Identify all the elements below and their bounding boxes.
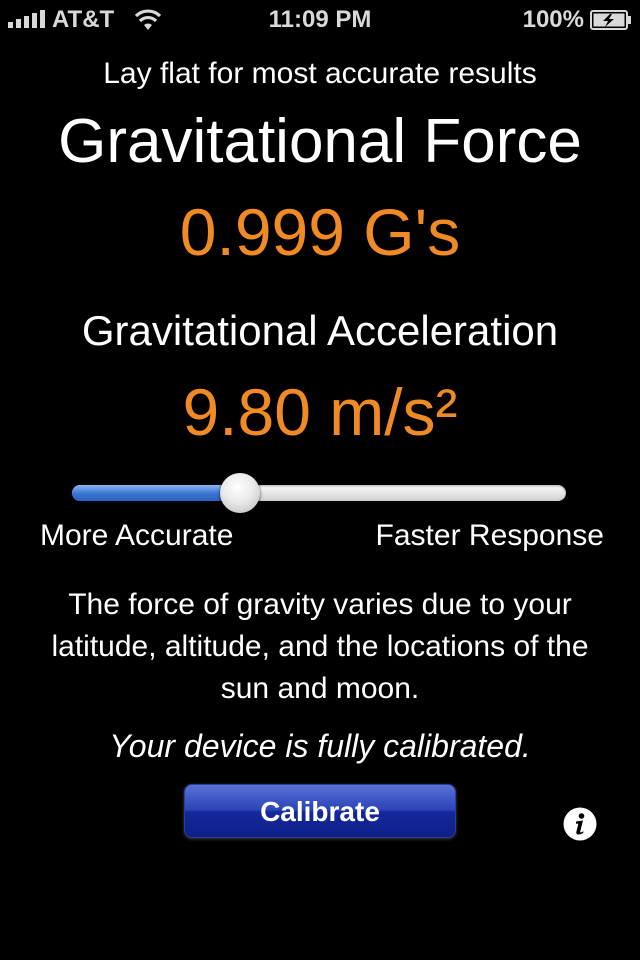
slider-label-more-accurate: More Accurate	[40, 519, 234, 552]
status-bar: AT&T 11:09 PM 100%	[0, 0, 640, 40]
slider-label-faster-response: Faster Response	[375, 519, 604, 552]
force-title: Gravitational Force	[58, 107, 582, 176]
battery-percentage: 100%	[522, 6, 584, 33]
slider-thumb[interactable]	[220, 473, 260, 513]
force-value: 0.999 G's	[179, 195, 461, 269]
slider-track[interactable]	[72, 485, 566, 501]
acceleration-title: Gravitational Acceleration	[81, 307, 559, 354]
acceleration-value: 9.80 m/s²	[182, 375, 458, 449]
battery-charging-icon	[590, 10, 631, 30]
slider-fill	[72, 485, 240, 501]
placement-hint: Lay flat for most accurate results	[103, 57, 537, 90]
accuracy-response-slider[interactable]	[72, 473, 568, 513]
calibrate-button[interactable]: Calibrate	[184, 784, 456, 838]
gravity-info-text: The force of gravity varies due to your …	[51, 588, 589, 705]
info-icon[interactable]	[562, 806, 598, 842]
calibration-status: Your device is fully calibrated.	[109, 728, 531, 764]
